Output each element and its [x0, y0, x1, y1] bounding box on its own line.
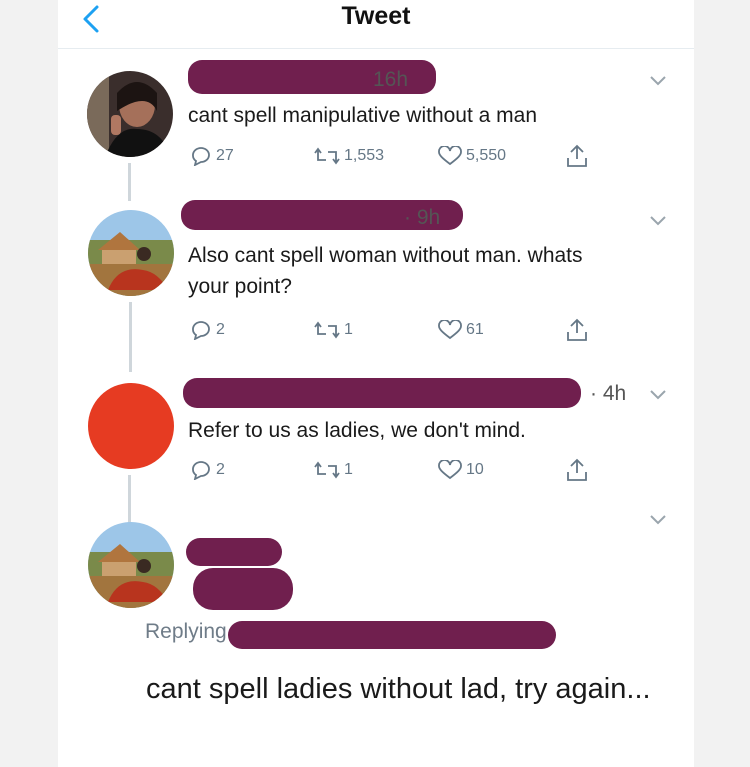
retweet-button[interactable]: 1 — [314, 460, 353, 480]
like-button[interactable]: 5,550 — [438, 146, 506, 166]
reply-button[interactable]: 2 — [190, 460, 225, 480]
share-icon[interactable] — [566, 458, 588, 482]
chevron-down-icon[interactable] — [650, 390, 666, 400]
share-icon[interactable] — [566, 318, 588, 342]
avatar[interactable] — [87, 71, 173, 157]
page-title: Tweet — [341, 2, 411, 30]
retweet-count: 1 — [344, 461, 353, 478]
retweet-button[interactable]: 1,553 — [314, 146, 384, 166]
like-button[interactable]: 10 — [438, 460, 484, 480]
avatar[interactable] — [88, 383, 174, 469]
redacted-display-name — [186, 538, 282, 566]
retweet-count: 1,553 — [344, 147, 385, 164]
heart-icon — [438, 320, 462, 340]
thread-line — [129, 302, 132, 372]
user-photo-icon — [88, 522, 174, 608]
redacted-username — [183, 378, 581, 408]
avatar[interactable] — [88, 522, 174, 608]
like-count: 61 — [466, 321, 484, 338]
reply-count: 27 — [216, 147, 234, 164]
retweet-icon — [314, 147, 340, 165]
reply-button[interactable]: 27 — [190, 146, 234, 166]
tweet-time: · 4h — [590, 382, 627, 405]
like-count: 5,550 — [466, 147, 507, 164]
retweet-button[interactable]: 1 — [314, 320, 353, 340]
retweet-count: 1 — [344, 321, 353, 338]
reply-icon — [192, 461, 210, 480]
user-photo-icon — [88, 210, 174, 296]
thread-line — [128, 475, 131, 523]
tweet-text: Also cant spell woman without man. whats… — [188, 244, 583, 298]
reply-count: 2 — [216, 461, 225, 478]
redacted-reply-handles[interactable] — [228, 621, 556, 649]
reply-count: 2 — [216, 321, 225, 338]
share-icon[interactable] — [566, 144, 588, 168]
thread-line — [128, 163, 131, 201]
chevron-down-icon[interactable] — [650, 216, 666, 226]
retweet-icon — [314, 461, 340, 479]
reply-button[interactable]: 2 — [190, 320, 225, 340]
chevron-down-icon[interactable] — [650, 76, 666, 86]
heart-icon — [438, 146, 462, 166]
redacted-handle — [193, 568, 293, 610]
chevron-down-icon[interactable] — [650, 515, 666, 525]
main-tweet-text: cant spell ladies without lad, try again… — [146, 673, 651, 705]
tweet-text: Refer to us as ladies, we don't mind. — [188, 419, 526, 442]
reply-icon — [192, 147, 210, 166]
like-count: 10 — [466, 461, 484, 478]
top-bar: Tweet — [58, 0, 694, 49]
tweet-text: cant spell manipulative without a man — [188, 104, 538, 127]
user-photo-icon — [87, 71, 173, 157]
like-button[interactable]: 61 — [438, 320, 484, 340]
heart-icon — [438, 460, 462, 480]
avatar[interactable] — [88, 210, 174, 296]
tweet-time: · 9h — [404, 206, 441, 229]
tweet-time: 16h — [373, 68, 409, 91]
tweet-screen: Tweet 16h cant spell manipulative withou… — [58, 0, 694, 767]
reply-icon — [192, 321, 210, 340]
retweet-icon — [314, 321, 340, 339]
